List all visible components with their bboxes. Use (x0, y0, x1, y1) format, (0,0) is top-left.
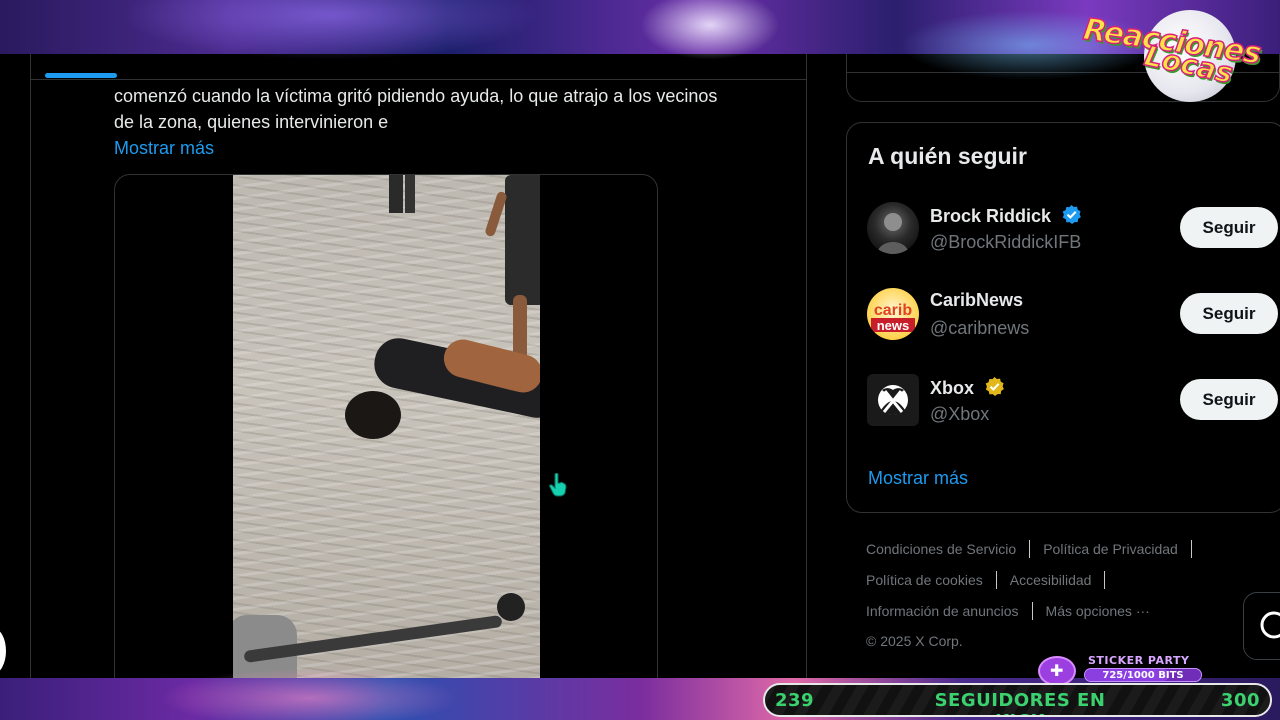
footer-separator (1031, 602, 1033, 620)
tweet-column: comenzó cuando la víctima gritó pidiendo… (30, 54, 807, 694)
heart-plus-icon: ✚ (1038, 656, 1076, 686)
video-background-person (389, 175, 403, 213)
follow-button[interactable]: Seguir (1180, 207, 1278, 248)
person-silhouette-icon (877, 213, 909, 254)
tweet-video-frame[interactable] (233, 175, 540, 693)
grok-floating-button[interactable] (1243, 592, 1280, 660)
xbox-logo[interactable] (867, 374, 919, 426)
caribnews-logo-text-top: carib (874, 302, 912, 319)
footer-link-accessibility[interactable]: Accesibilidad (1010, 572, 1092, 588)
who-to-follow-card: A quién seguir Brock Riddick @BrockRiddi… (846, 122, 1280, 513)
sticker-party-title: STICKER PARTY (1088, 654, 1190, 667)
footer-row: Condiciones de Servicio Política de Priva… (866, 540, 1216, 571)
video-standing-person (505, 175, 540, 305)
tab-divider (31, 79, 807, 80)
footer-link-privacy[interactable]: Política de Privacidad (1043, 541, 1178, 557)
portrait-avatar[interactable] (867, 202, 919, 254)
sticker-party-progress-text: 725/1000 BITS (1102, 670, 1184, 681)
follow-suggestion-item[interactable]: Xbox @Xbox Seguir (847, 374, 1280, 460)
screen: comenzó cuando la víctima gritó pidiendo… (0, 0, 1280, 720)
tweet-media-container[interactable] (114, 174, 658, 694)
follow-suggestion-name[interactable]: Xbox (930, 376, 1005, 399)
display-name[interactable]: Xbox (930, 378, 974, 398)
follow-suggestion-handle[interactable]: @BrockRiddickIFB (930, 232, 1081, 253)
display-name[interactable]: Brock Riddick (930, 206, 1051, 226)
follow-suggestion-item[interactable]: carib news CaribNews @caribnews Seguir (847, 288, 1280, 374)
who-to-follow-show-more-link[interactable]: Mostrar más (868, 468, 968, 489)
footer-row: Política de cookies Accesibilidad (866, 571, 1216, 602)
xbox-icon (878, 385, 908, 415)
footer-link-more-options[interactable]: Más opciones ··· (1046, 603, 1150, 619)
follow-suggestion-name[interactable]: CaribNews (930, 290, 1023, 311)
sticker-party-progress-bar: 725/1000 BITS (1084, 668, 1202, 682)
follow-suggestion-handle[interactable]: @caribnews (930, 318, 1029, 339)
footer-separator (995, 571, 997, 589)
sidebar-footer: Condiciones de Servicio Política de Priva… (866, 540, 1216, 664)
follow-button[interactable]: Seguir (1180, 379, 1278, 420)
video-background-person (405, 175, 415, 213)
follower-goal-bar: 239 SEGUIDORES EN KICK 300 (763, 683, 1272, 717)
caribnews-logo-text-bottom: news (877, 318, 910, 333)
tweet-show-more-link[interactable]: Mostrar más (114, 135, 214, 161)
caribnews-logo-icon: carib news (871, 302, 915, 333)
footer-separator (1190, 540, 1192, 558)
follow-suggestion-handle[interactable]: @Xbox (930, 404, 989, 425)
blue-verified-icon (1062, 204, 1081, 225)
goal-label: SEGUIDORES EN KICK (934, 690, 1106, 715)
video-lying-person-head (345, 391, 401, 439)
who-to-follow-title: A quién seguir (868, 143, 1027, 169)
edge-overlay-shape (0, 628, 6, 674)
overlay-swirl (120, 0, 540, 60)
sticker-party-widget: ✚ STICKER PARTY 725/1000 BITS (1038, 654, 1208, 686)
reacciones-locas-logo: Reacciones Locas (1080, 4, 1276, 104)
pointer-hand-cursor-icon (549, 473, 567, 497)
follow-suggestion-item[interactable]: Brock Riddick @BrockRiddickIFB Seguir (847, 202, 1280, 288)
caribnews-logo[interactable]: carib news (867, 288, 919, 340)
gold-verified-icon (985, 376, 1004, 397)
footer-link-cookies[interactable]: Política de cookies (866, 572, 983, 588)
tweet-text-line: comenzó cuando la víctima gritó pidiendo… (114, 86, 718, 106)
grok-chat-icon (1260, 611, 1280, 639)
follow-suggestion-name[interactable]: Brock Riddick (930, 204, 1082, 227)
footer-separator (1104, 571, 1106, 589)
overlay-swirl (640, 0, 780, 60)
footer-separator (1029, 540, 1031, 558)
overlay-glow (160, 668, 460, 720)
footer-row: Información de anuncios Más opciones ··· (866, 602, 1216, 633)
tweet-text: comenzó cuando la víctima gritó pidiendo… (114, 83, 794, 135)
follow-button[interactable]: Seguir (1180, 293, 1278, 334)
goal-current-count: 239 (775, 690, 815, 711)
footer-link-ads-info[interactable]: Información de anuncios (866, 603, 1019, 619)
handlebar-knob (497, 593, 525, 621)
footer-link-terms[interactable]: Condiciones de Servicio (866, 541, 1016, 557)
goal-target-count: 300 (1220, 690, 1260, 711)
active-tab-indicator (45, 73, 117, 78)
tweet-text-line: de la zona, quienes intervinieron e (114, 112, 389, 132)
